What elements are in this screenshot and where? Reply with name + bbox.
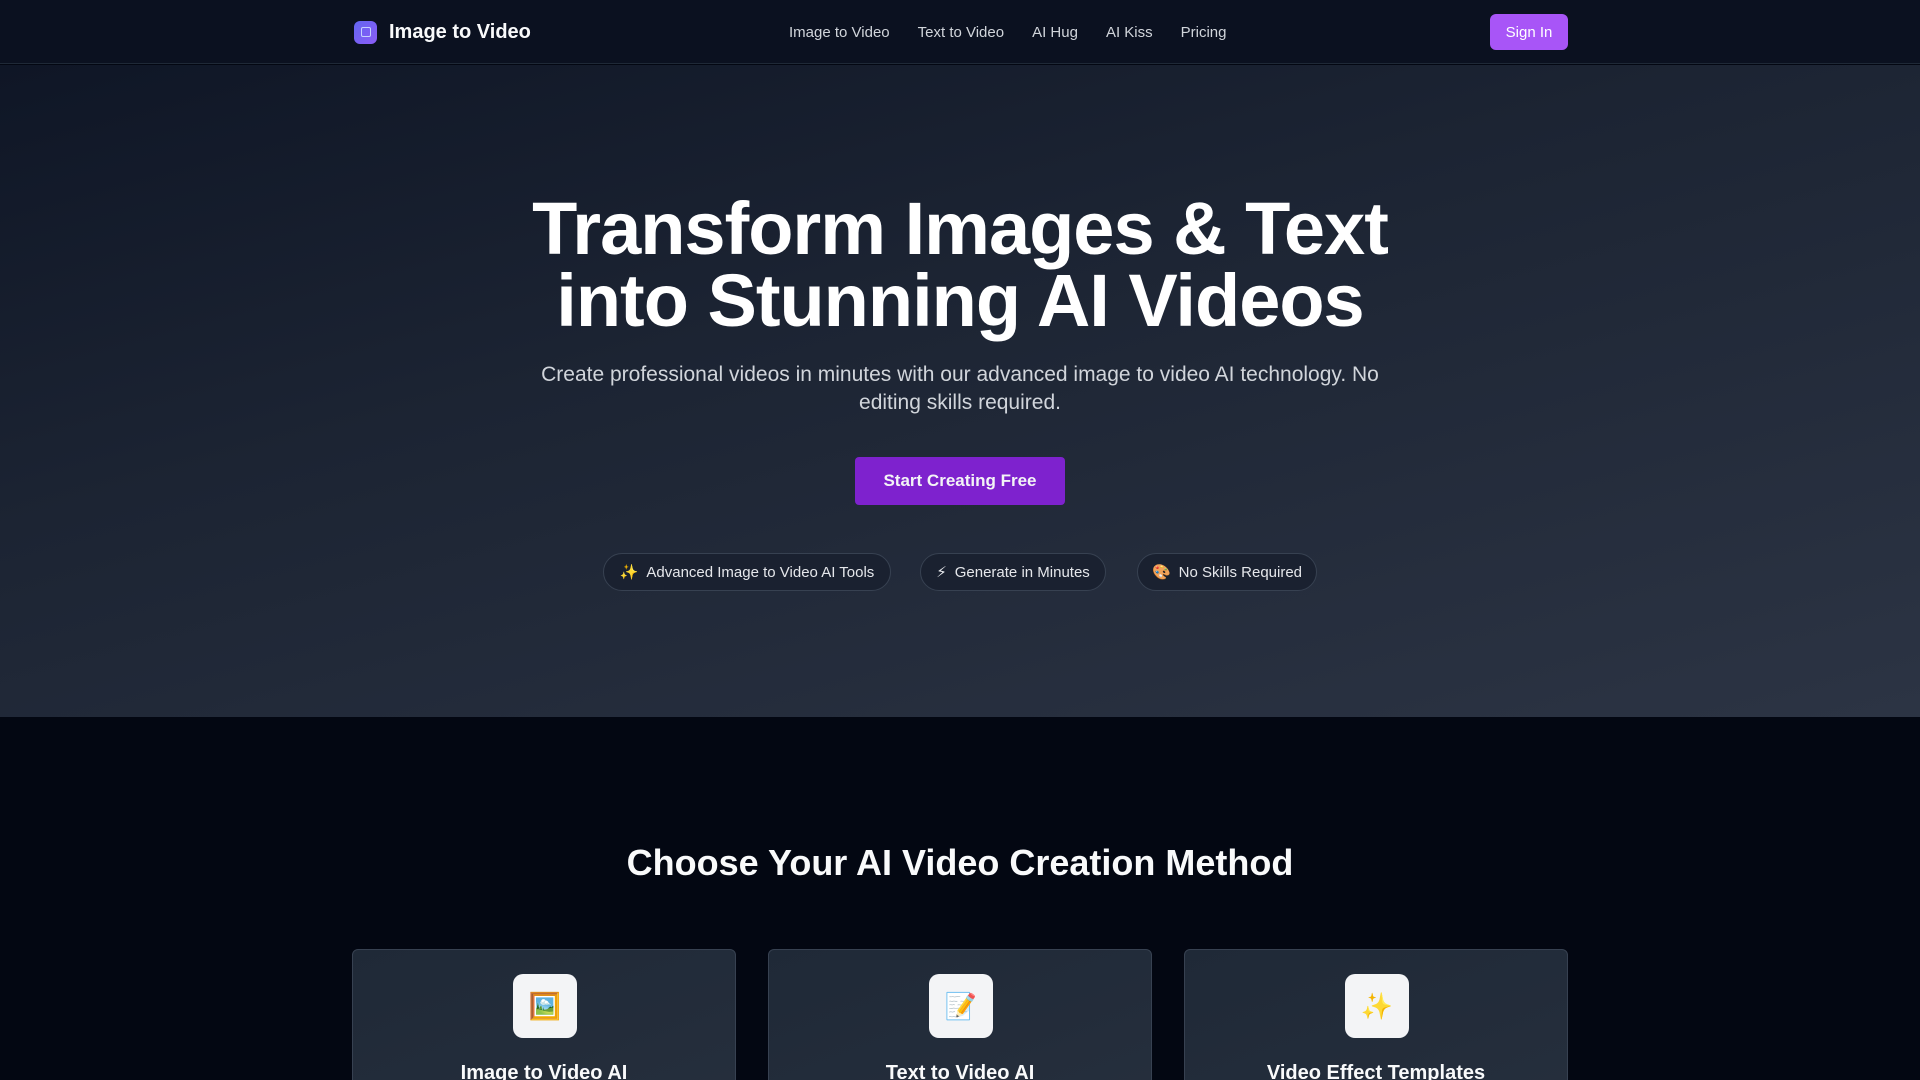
hero-section: Transform Images & Text into Stunning AI… <box>0 65 1920 717</box>
nav-ai-kiss[interactable]: AI Kiss <box>1106 24 1153 41</box>
palette-icon: 🎨 <box>1151 564 1171 581</box>
feature-pill-ai-tools: ✨ Advanced Image to Video AI Tools <box>603 553 891 591</box>
sparkles-icon: ✨ <box>1345 974 1409 1038</box>
hero-title: Transform Images & Text into Stunning AI… <box>0 192 1920 338</box>
method-card-effect-templates[interactable]: ✨ Video Effect Templates <box>1184 949 1568 1080</box>
method-card-title: Image to Video AI <box>460 1062 628 1080</box>
nav-text-to-video[interactable]: Text to Video <box>918 24 1004 41</box>
method-card-text-to-video[interactable]: 📝 Text to Video AI <box>768 949 1152 1080</box>
hero-subtitle: Create professional videos in minutes wi… <box>541 363 1379 414</box>
top-navbar: Image to Video Image to Video Text to Vi… <box>0 0 1920 64</box>
methods-title: Choose Your AI Video Creation Method <box>626 842 1294 883</box>
memo-icon: 📝 <box>929 974 993 1038</box>
hero-title-line-2: into Stunning AI Videos <box>556 259 1364 342</box>
brand-link[interactable]: Image to Video <box>354 19 531 45</box>
sign-in-button[interactable]: Sign In <box>1490 14 1568 50</box>
hero-title-line-1: Transform Images & Text <box>532 187 1389 270</box>
feature-pill-no-skills: 🎨 No Skills Required <box>1137 553 1317 591</box>
nav-pricing[interactable]: Pricing <box>1181 24 1227 41</box>
nav-image-to-video[interactable]: Image to Video <box>789 24 890 41</box>
feature-pill-label: Generate in Minutes <box>954 563 1090 581</box>
feature-pill-label: Advanced Image to Video AI Tools <box>646 563 875 581</box>
video-square-icon <box>354 20 377 44</box>
image-icon: 🖼️ <box>513 974 577 1038</box>
sparkles-icon: ✨ <box>619 564 639 581</box>
brand-name: Image to Video <box>389 20 531 43</box>
main-nav: Image to Video Text to Video AI Hug AI K… <box>789 20 1227 44</box>
method-card-image-to-video[interactable]: 🖼️ Image to Video AI <box>352 949 736 1080</box>
start-creating-button[interactable]: Start Creating Free <box>855 457 1065 505</box>
lightning-icon: ⚡ <box>936 564 947 581</box>
feature-pill-label: No Skills Required <box>1178 563 1303 581</box>
feature-pills: ✨ Advanced Image to Video AI Tools ⚡ Gen… <box>0 553 1920 591</box>
method-card-title: Video Effect Templates <box>1266 1062 1486 1080</box>
method-card-title: Text to Video AI <box>885 1062 1035 1080</box>
nav-ai-hug[interactable]: AI Hug <box>1032 24 1078 41</box>
feature-pill-speed: ⚡ Generate in Minutes <box>920 553 1106 591</box>
